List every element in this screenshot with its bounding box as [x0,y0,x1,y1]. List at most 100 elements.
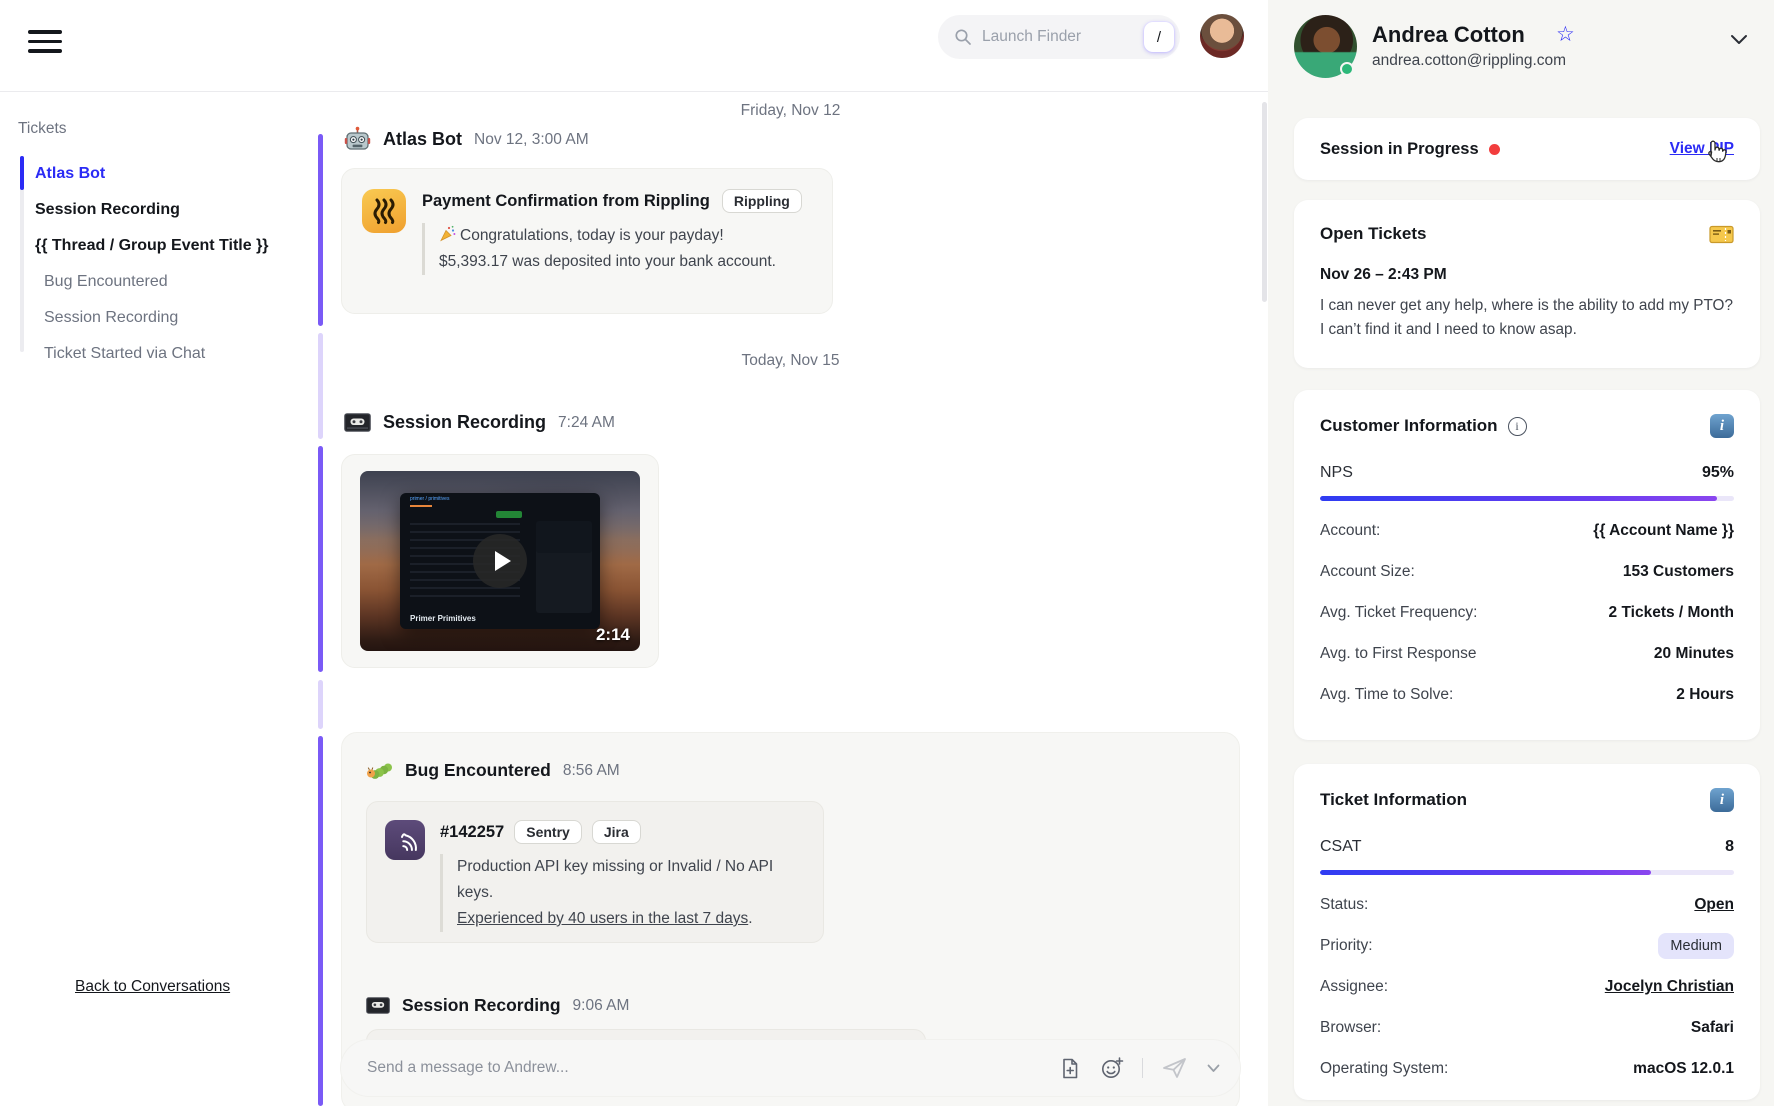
sidebar-item-bug-encountered[interactable]: Bug Encountered [0,264,318,300]
video-thumbnail[interactable]: primer / primitives Primer Primitives 2:… [360,471,640,651]
detail-row: Avg. Time to Solve: 2 Hours [1320,684,1734,706]
add-emoji-icon[interactable] [1100,1056,1124,1080]
sentry-logo-icon [385,820,425,860]
csat-value: 8 [1725,838,1734,856]
message-timestamp: 9:06 AM [573,997,630,1015]
status-open-link[interactable]: Open [1694,896,1734,914]
topbar: Launch Finder / [0,0,1268,92]
ticket-info-title: Ticket Information [1320,790,1467,810]
info-circle-icon[interactable]: i [1508,417,1527,436]
message-sender: Session Recording [383,412,546,433]
payment-confirmation-card[interactable]: Payment Confirmation from Rippling Rippl… [341,168,833,314]
customer-email: andrea.cotton@rippling.com [1372,52,1566,70]
sidebar-item-session-recording[interactable]: Session Recording [0,192,318,228]
csat-label: CSAT [1320,838,1361,856]
party-popper-icon [439,225,456,242]
customer-info-card: Customer Information i i NPS 95% Account… [1294,390,1760,740]
nps-value: 95% [1702,464,1734,482]
payment-card-title: Payment Confirmation from Rippling [422,192,710,211]
sidebar-item-session-recording-2[interactable]: Session Recording [0,300,318,336]
ticket-icon [1709,225,1734,244]
date-divider: Today, Nov 15 [341,352,1240,370]
info-badge-icon: i [1710,788,1734,812]
message-timestamp: 8:56 AM [563,762,620,780]
jira-badge: Jira [592,820,641,844]
message-header-session-recording-2: Session Recording 9:06 AM [366,995,629,1016]
search-placeholder: Launch Finder [982,28,1144,46]
detail-row-status: Status: Open [1320,894,1734,916]
message-header-atlas-bot: Atlas Bot Nov 12, 3:00 AM [344,126,589,153]
menu-icon[interactable] [28,24,66,62]
thread-rail-segment [318,680,323,729]
customer-panel: Andrea Cotton ☆ andrea.cotton@rippling.c… [1268,0,1774,1106]
detail-row-priority: Priority: Medium [1320,935,1734,957]
priority-badge: Medium [1658,933,1734,959]
sidebar-rail-active-indicator [20,156,24,190]
sentry-badge: Sentry [514,820,582,844]
session-card: Session in Progress View PIP [1294,118,1760,180]
search-input[interactable]: Launch Finder / [938,15,1180,59]
thread-rail-segment [318,333,323,439]
composer-divider [1142,1058,1144,1078]
date-divider: Friday, Nov 12 [341,102,1240,120]
detail-row: Avg. Ticket Frequency: 2 Tickets / Month [1320,602,1734,624]
sidebar-item-thread-group-title[interactable]: {{ Thread / Group Event Title }} [0,228,318,264]
open-tickets-title: Open Tickets [1320,224,1426,244]
message-composer [341,1040,1240,1096]
session-title: Session in Progress [1320,140,1479,159]
bug-ticket-card[interactable]: #142257 Sentry Jira Production API key m… [366,801,824,943]
message-header-bug-encountered: Bug Encountered 8:56 AM [366,759,620,782]
sidebar: Tickets Atlas Bot Session Recording {{ T… [0,92,318,1106]
thread-rail-segment [318,736,323,1106]
bug-experienced-link[interactable]: Experienced by 40 users in the last 7 da… [457,910,748,927]
star-favorite-icon[interactable]: ☆ [1556,22,1575,47]
online-status-dot [1340,62,1354,76]
bug-ticket-id: #142257 [440,823,504,842]
sidebar-section-label: Tickets [18,120,67,138]
bug-caterpillar-icon [366,759,393,782]
video-duration: 2:14 [596,625,630,645]
message-sender: Session Recording [402,995,561,1016]
open-tickets-card: Open Tickets Nov 26 – 2:43 PM I can neve… [1294,200,1760,368]
play-icon [495,551,511,571]
collapse-panel-chevron-icon[interactable] [1730,34,1748,45]
chat-scrollbar[interactable] [1262,102,1267,302]
rippling-logo-icon [362,189,406,233]
bug-ticket-description: Production API key missing or Invalid / … [440,854,805,932]
main-region: Launch Finder / Tickets Atlas Bot Sessio… [0,0,1268,1106]
agent-avatar[interactable] [1200,14,1244,58]
sidebar-item-atlas-bot[interactable]: Atlas Bot [0,156,318,192]
customer-name: Andrea Cotton [1372,22,1525,48]
nps-progress-bar [1320,496,1734,501]
ticket-info-card: Ticket Information i CSAT 8 Status: Open… [1294,764,1760,1100]
nps-label: NPS [1320,464,1353,482]
vhs-cassette-icon [366,997,390,1014]
session-recording-card: primer / primitives Primer Primitives 2:… [341,454,659,668]
search-shortcut-badge: / [1144,22,1174,52]
customer-info-title: Customer Information [1320,416,1498,436]
cursor-pointer-icon [1702,138,1728,168]
detail-row: Account Size: 153 Customers [1320,561,1734,583]
attach-file-icon[interactable] [1059,1057,1082,1080]
send-icon[interactable] [1161,1056,1189,1080]
recording-dot-icon [1489,144,1500,155]
assignee-link[interactable]: Jocelyn Christian [1605,978,1734,996]
chat-thread: Friday, Nov 12 Atlas Bot Nov 12, 3:00 AM [318,92,1268,1106]
send-options-chevron-icon[interactable] [1207,1064,1220,1073]
csat-progress-bar [1320,870,1734,875]
payment-card-quote: Congratulations, today is your payday! $… [422,223,812,275]
message-sender: Atlas Bot [383,129,462,150]
sidebar-item-ticket-started[interactable]: Ticket Started via Chat [0,336,318,372]
play-button[interactable] [473,534,527,588]
robot-icon [344,126,371,153]
message-input[interactable] [367,1059,1059,1077]
rippling-badge: Rippling [722,189,802,213]
detail-row-browser: Browser: Safari [1320,1017,1734,1039]
detail-row: Account: {{ Account Name }} [1320,520,1734,542]
info-badge-icon: i [1710,414,1734,438]
thread-rail-segment [318,134,323,326]
message-header-session-recording: Session Recording 7:24 AM [344,412,615,433]
vhs-cassette-icon [344,413,371,432]
back-to-conversations-link[interactable]: Back to Conversations [75,978,230,996]
ticket-timestamp: Nov 26 – 2:43 PM [1320,266,1734,284]
